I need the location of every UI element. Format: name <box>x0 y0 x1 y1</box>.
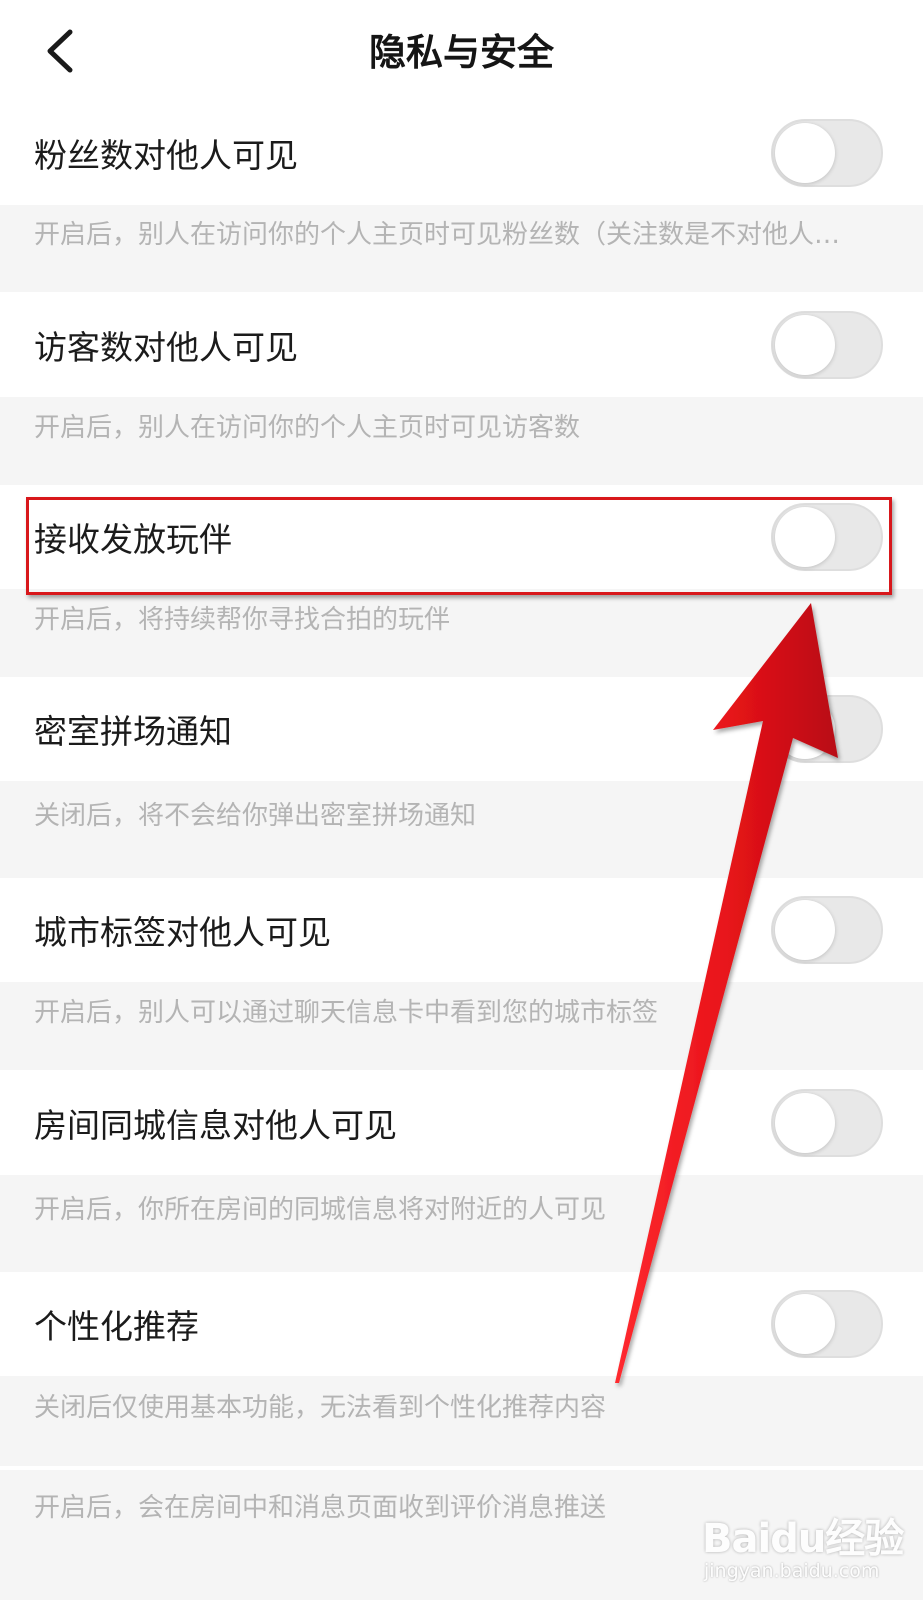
setting-description: 开启后，别人在访问你的个人主页时可见粉丝数（关注数是不对他人… <box>34 220 841 250</box>
top-bar: 隐私与安全 <box>0 0 923 105</box>
setting-description: 开启后，别人在访问你的个人主页时可见访客数 <box>34 413 581 443</box>
setting-label: 个性化推荐 <box>34 1307 199 1346</box>
setting-label: 粉丝数对他人可见 <box>34 135 298 175</box>
page-title: 隐私与安全 <box>369 31 554 74</box>
highlight-box <box>26 497 892 595</box>
toggle-switch[interactable] <box>771 1089 883 1157</box>
setting-row-partial <box>0 1466 923 1470</box>
toggle-knob <box>775 900 835 960</box>
setting-label: 访客数对他人可见 <box>34 327 298 367</box>
toggle-knob <box>775 123 835 183</box>
watermark-url: jingyan.baidu.com <box>704 1560 880 1582</box>
setting-label: 城市标签对他人可见 <box>34 913 331 952</box>
setting-row-visitor-count: 访客数对他人可见 <box>0 292 923 397</box>
setting-row-personalized-recommendation: 个性化推荐 <box>0 1272 923 1376</box>
toggle-knob <box>775 699 835 759</box>
setting-description: 开启后，别人可以通过聊天信息卡中看到您的城市标签 <box>34 998 659 1028</box>
toggle-knob <box>775 1093 835 1153</box>
setting-description: 关闭后仅使用基本功能，无法看到个性化推荐内容 <box>34 1393 607 1423</box>
toggle-switch[interactable] <box>771 119 883 187</box>
setting-row-escape-room-notice: 密室拼场通知 <box>0 677 923 781</box>
setting-description: 关闭后，将不会给你弹出密室拼场通知 <box>34 801 477 831</box>
setting-label: 房间同城信息对他人可见 <box>34 1105 397 1145</box>
baidu-watermark: Baidu经验 jingyan.baidu.com <box>700 1500 910 1590</box>
watermark-brand: Baidu经验 <box>702 1516 904 1562</box>
setting-row-follower-count: 粉丝数对他人可见 <box>0 100 923 205</box>
toggle-switch[interactable] <box>771 1290 883 1358</box>
toggle-switch[interactable] <box>771 311 883 379</box>
setting-label: 密室拼场通知 <box>34 712 232 751</box>
setting-description: 开启后，你所在房间的同城信息将对附近的人可见 <box>34 1195 607 1225</box>
toggle-knob <box>775 1294 835 1354</box>
toggle-switch[interactable] <box>771 695 883 763</box>
setting-description: 开启后，将持续帮你寻找合拍的玩伴 <box>34 605 451 635</box>
setting-row-city-tag: 城市标签对他人可见 <box>0 878 923 982</box>
toggle-switch[interactable] <box>771 896 883 964</box>
setting-row-room-local-info: 房间同城信息对他人可见 <box>0 1070 923 1175</box>
toggle-knob <box>775 315 835 375</box>
